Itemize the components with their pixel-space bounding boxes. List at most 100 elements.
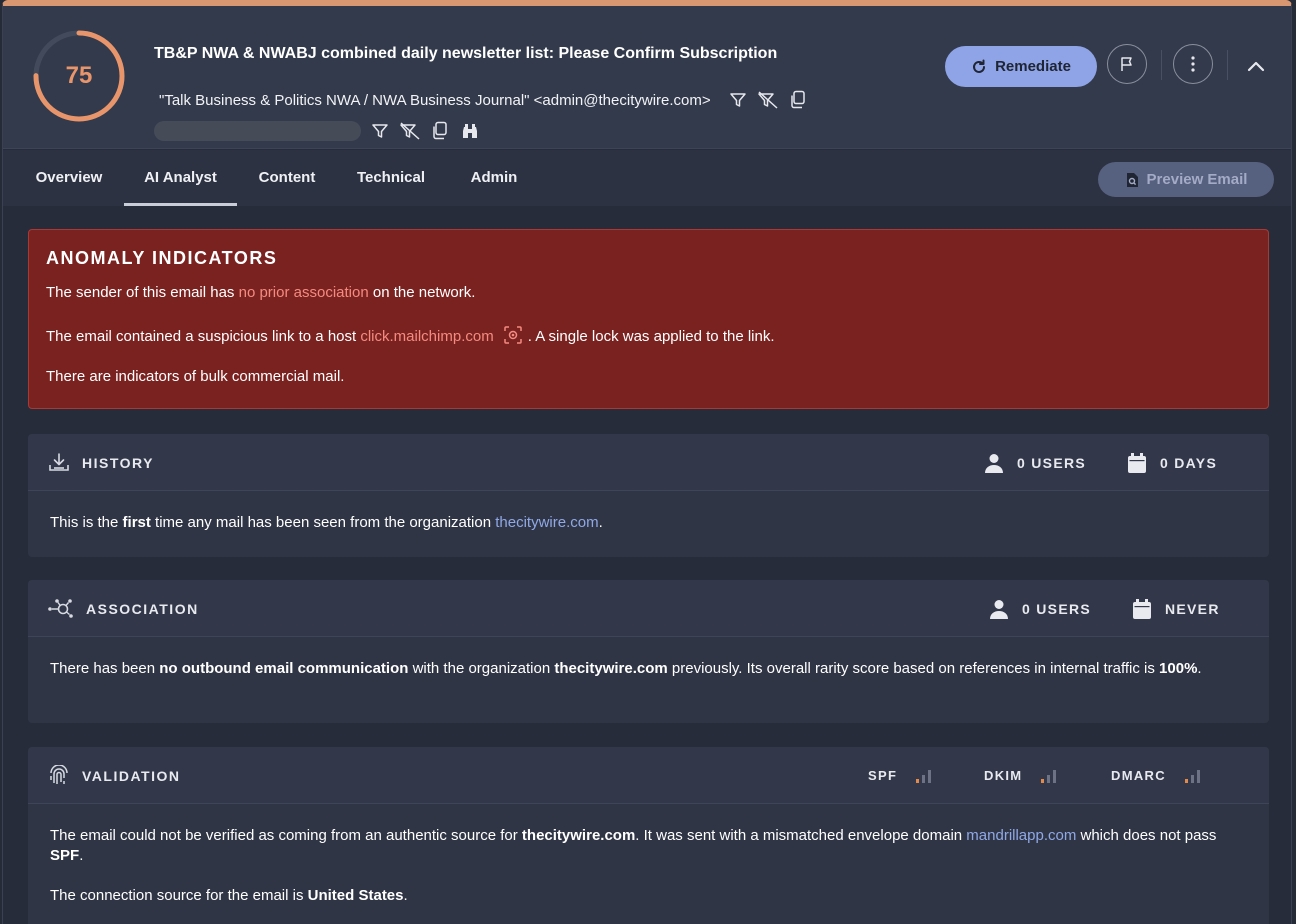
text: . — [403, 887, 408, 904]
tab-admin[interactable]: Admin — [461, 150, 527, 206]
recipient-row — [154, 120, 485, 142]
validation-header: VALIDATION SPF DKIM DMARC — [28, 747, 1269, 804]
bold-text: first — [122, 514, 151, 531]
text: This is the — [50, 514, 123, 531]
association-title: ASSOCIATION — [48, 580, 199, 637]
validation-title: VALIDATION — [48, 747, 180, 804]
anomaly-title: ANOMALY INDICATORS — [46, 248, 278, 268]
text: The email contained a suspicious link to… — [46, 327, 361, 345]
anomaly-line-link: The email contained a suspicious link to… — [46, 326, 1251, 346]
history-days: 0 DAYS — [1128, 434, 1217, 491]
scan-preview-icon[interactable] — [503, 326, 522, 348]
dkim-status: DKIM — [984, 747, 1058, 804]
document-search-icon — [1126, 172, 1138, 187]
association-header: ASSOCIATION 0 USERS NEVER — [28, 580, 1269, 637]
text: The connection source for the email is — [50, 887, 308, 904]
text: previously. Its overall rarity score bas… — [667, 660, 1160, 677]
text: The sender of this email has — [46, 284, 239, 301]
suspicious-host-link[interactable]: click.mailchimp.com — [360, 328, 493, 345]
history-users: 0 USERS — [985, 434, 1086, 491]
bold-text: SPF — [50, 847, 80, 864]
text: . — [598, 514, 603, 531]
association-users: 0 USERS — [990, 580, 1091, 637]
calendar-icon — [1133, 598, 1151, 619]
more-actions-button[interactable] — [1173, 44, 1213, 84]
history-panel: HISTORY 0 USERS 0 DAYS This is the first… — [28, 434, 1269, 557]
text: which does not pass — [1076, 827, 1217, 844]
filter-icon[interactable] — [365, 120, 395, 142]
more-vertical-icon — [1191, 56, 1195, 72]
signal-strength-icon — [1184, 769, 1200, 783]
highlight-text: no prior association — [238, 284, 369, 301]
history-days-count: 0 DAYS — [1160, 454, 1218, 471]
history-title-text: HISTORY — [82, 454, 154, 471]
collapse-button[interactable] — [1243, 54, 1269, 78]
user-icon — [990, 599, 1008, 619]
history-users-count: 0 USERS — [1017, 454, 1087, 471]
spf-label: SPF — [868, 768, 898, 783]
association-last-seen: NEVER — [1133, 580, 1220, 637]
filter-clear-icon[interactable] — [753, 89, 783, 111]
dkim-label: DKIM — [984, 768, 1023, 783]
envelope-domain-link[interactable]: mandrillapp.com — [966, 827, 1076, 844]
copy-icon[interactable] — [783, 89, 813, 111]
email-detail-panel: 75 TB&P NWA & NWABJ combined daily newsl… — [2, 0, 1292, 924]
text: time any mail has been seen from the org… — [150, 514, 496, 531]
flag-button[interactable] — [1107, 44, 1147, 84]
organization-link[interactable]: thecitywire.com — [495, 514, 598, 531]
spf-status: SPF — [868, 747, 933, 804]
tab-technical[interactable]: Technical — [345, 150, 437, 206]
history-body: This is the first time any mail has been… — [28, 491, 1269, 533]
association-body: There has been no outbound email communi… — [28, 637, 1269, 679]
recipient-redacted — [154, 121, 361, 141]
association-title-text: ASSOCIATION — [86, 600, 199, 617]
divider — [1161, 50, 1162, 80]
download-tray-icon — [49, 452, 69, 471]
email-subject: TB&P NWA & NWABJ combined daily newslett… — [154, 45, 778, 62]
dmarc-label: DMARC — [1111, 768, 1166, 783]
filter-clear-icon[interactable] — [395, 120, 425, 142]
binoculars-icon[interactable] — [455, 120, 485, 142]
history-title: HISTORY — [48, 434, 154, 491]
sender-row: "Talk Business & Politics NWA / NWA Busi… — [159, 89, 813, 111]
association-panel: ASSOCIATION 0 USERS NEVER There has been… — [28, 580, 1269, 723]
bold-text: no outbound email communication — [159, 660, 409, 677]
history-header: HISTORY 0 USERS 0 DAYS — [28, 434, 1269, 491]
anomaly-score-ring: 75 — [31, 28, 127, 124]
signal-strength-icon — [916, 769, 932, 783]
tab-bar: Overview AI Analyst Content Technical Ad… — [3, 150, 1291, 206]
filter-icon[interactable] — [723, 89, 753, 111]
remediate-button[interactable]: Remediate — [945, 46, 1097, 87]
preview-email-button[interactable]: Preview Email — [1098, 162, 1274, 197]
tab-overview[interactable]: Overview — [23, 150, 115, 206]
text: . A single lock was applied to the link. — [527, 327, 775, 345]
email-header: 75 TB&P NWA & NWABJ combined daily newsl… — [3, 6, 1291, 149]
tab-ai-analyst[interactable]: AI Analyst — [124, 150, 237, 206]
bold-text: United States — [307, 887, 404, 904]
text: . — [1197, 660, 1202, 677]
anomaly-score: 75 — [65, 62, 93, 89]
sender-address: "Talk Business & Politics NWA / NWA Busi… — [159, 91, 711, 109]
anomaly-line-association: The sender of this email has no prior as… — [46, 284, 1251, 304]
text: . It was sent with a mismatched envelope… — [635, 827, 967, 844]
remediate-label: Remediate — [995, 58, 1071, 75]
text: There has been — [50, 660, 160, 677]
user-icon — [985, 453, 1003, 473]
validation-source-text: The connection source for the email is U… — [50, 886, 1247, 906]
bold-text: 100% — [1159, 660, 1198, 677]
fingerprint-icon — [50, 764, 68, 784]
divider — [1227, 50, 1228, 80]
network-icon — [48, 598, 73, 618]
validation-body: The email could not be verified as comin… — [28, 804, 1269, 906]
text: on the network. — [368, 284, 476, 301]
bold-text: thecitywire.com — [521, 827, 636, 844]
text: The email could not be verified as comin… — [50, 827, 522, 844]
association-last-value: NEVER — [1165, 600, 1220, 617]
anomaly-line-bulk: There are indicators of bulk commercial … — [46, 368, 345, 385]
dmarc-status: DMARC — [1111, 747, 1202, 804]
text: with the organization — [408, 660, 555, 677]
tab-content[interactable]: Content — [247, 150, 327, 206]
copy-icon[interactable] — [425, 120, 455, 142]
bold-text: thecitywire.com — [554, 660, 668, 677]
flag-icon — [1121, 57, 1132, 71]
